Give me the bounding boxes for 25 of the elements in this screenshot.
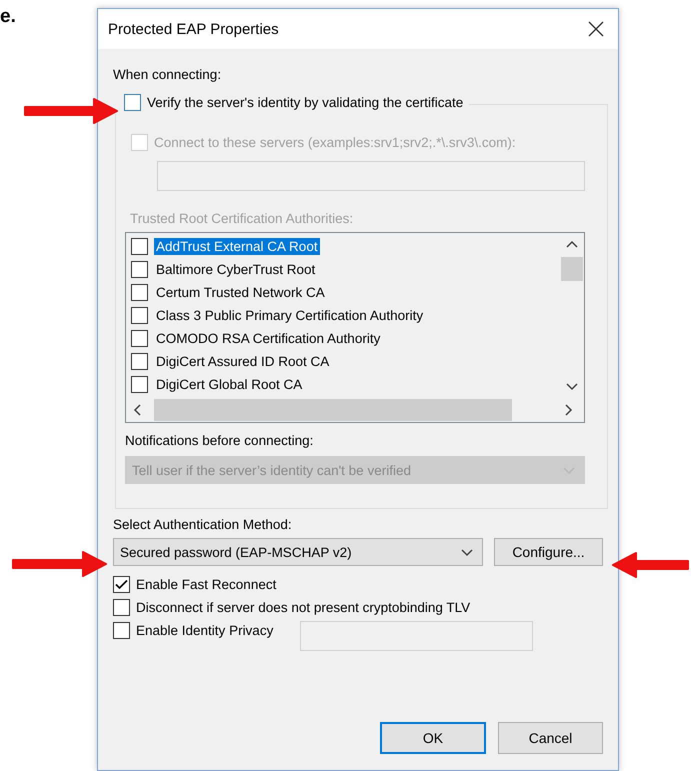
- section-label: When connecting:: [113, 67, 222, 82]
- page-text-fragment: e.: [0, 6, 16, 28]
- annotation-arrow-icon: [612, 552, 691, 578]
- option-checkbox[interactable]: [113, 599, 130, 616]
- scrollbar-thumb[interactable]: [154, 399, 512, 421]
- list-label: Trusted Root Certification Authorities:: [130, 211, 354, 226]
- verify-checkbox[interactable]: [124, 94, 141, 111]
- checkbox-label: Verify the server's identity by validating the certificate: [147, 95, 464, 110]
- checkbox-label: Connect to these servers (examples:srv1;srv2;.*\.srv3\.com):: [154, 135, 516, 150]
- dialog-button[interactable]: Cancel: [498, 722, 603, 754]
- checkbox-label: Enable Fast Reconnect: [136, 577, 276, 592]
- annotation-arrow-icon: [10, 551, 107, 577]
- dialog-button[interactable]: OK: [380, 722, 486, 754]
- checkbox-label: Enable Identity Privacy: [136, 623, 274, 638]
- checkbox-label: Disconnect if server does not present cryptobinding TLV: [136, 600, 470, 615]
- section-label: Notifications before connecting:: [125, 433, 314, 448]
- section-label: Select Authentication Method:: [113, 517, 293, 532]
- window-title: Protected EAP Properties: [108, 20, 279, 38]
- auth-method-dropdown[interactable]: Secured password (EAP-MSCHAP v2): [113, 538, 483, 566]
- option-checkbox[interactable]: [113, 622, 130, 639]
- scrollbar-thumb[interactable]: [561, 257, 583, 281]
- annotation-arrow-icon: [22, 98, 118, 124]
- close-button[interactable]: [586, 19, 606, 39]
- option-checkbox[interactable]: [113, 576, 130, 593]
- configure-button[interactable]: Configure...: [494, 538, 603, 566]
